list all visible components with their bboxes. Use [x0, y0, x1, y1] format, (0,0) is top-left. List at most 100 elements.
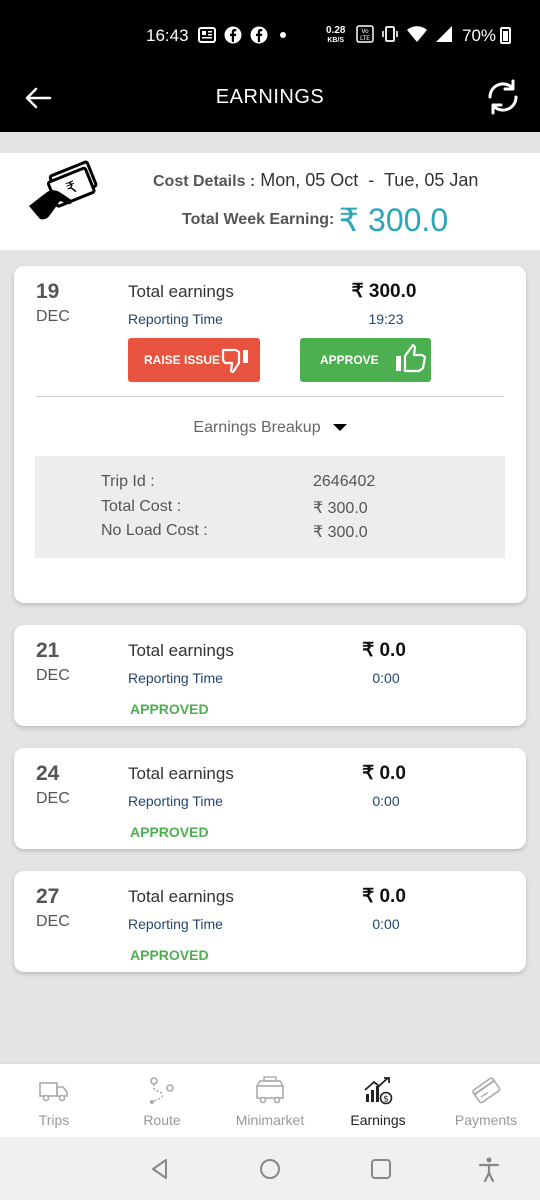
status-time: 16:43 — [146, 26, 189, 45]
minimarket-icon — [256, 1076, 284, 1104]
notification-icons — [198, 26, 286, 44]
status-bar: 16:43 0.28 KB/S Vo LTE 70% — [0, 0, 540, 66]
network-speed: 0.28 KB/S — [326, 26, 345, 45]
thumbs-up-icon — [396, 343, 427, 373]
trip-id-label: Trip Id : — [101, 473, 155, 490]
system-icons: Vo LTE — [356, 24, 454, 44]
network-speed-unit: KB/S — [327, 37, 345, 44]
card-month: DEC — [36, 308, 70, 325]
svg-text:Vo: Vo — [361, 28, 369, 35]
svg-text:LTE: LTE — [360, 35, 370, 42]
accessibility-icon[interactable] — [475, 1155, 503, 1183]
svg-text:$: $ — [383, 1095, 389, 1105]
nav-label: Route — [143, 1112, 181, 1128]
reporting-time-value: 19:23 — [368, 311, 404, 327]
date-range: Mon, 05 Oct - Tue, 05 Jan — [260, 170, 479, 190]
facebook-icon — [250, 26, 268, 44]
home-circle-icon[interactable] — [256, 1155, 284, 1183]
week-earning-value: ₹ 300.0 — [338, 202, 449, 238]
battery-icon — [500, 27, 511, 44]
earnings-breakup-label: Earnings Breakup — [193, 419, 321, 436]
earnings-breakup-details: Trip Id : 2646402 Total Cost : ₹ 300.0 N… — [35, 456, 505, 558]
total-earnings-label: Total earnings — [128, 764, 234, 783]
reporting-time-value: 0:00 — [372, 793, 400, 809]
card-month: DEC — [36, 913, 70, 930]
reporting-time-value: 0:00 — [372, 916, 400, 932]
divider — [36, 396, 504, 397]
page-title: EARNINGS — [215, 86, 325, 108]
nav-label: Earnings — [350, 1112, 406, 1128]
total-cost-value: ₹ 300.0 — [313, 500, 368, 517]
nav-item-earnings[interactable]: $ Earnings — [324, 1064, 432, 1138]
card-icon — [472, 1077, 501, 1104]
reporting-time-label: Reporting Time — [128, 793, 223, 809]
week-earning-label: Total Week Earning: — [182, 211, 335, 228]
truck-icon — [39, 1082, 68, 1102]
vibrate-icon — [382, 26, 398, 42]
card-month: DEC — [36, 667, 70, 684]
volte-icon: VoLTE — [356, 25, 374, 43]
approved-status: APPROVED — [130, 701, 209, 717]
earning-card[interactable]: 27 DEC Total earnings ₹ 0.0 Reporting Ti… — [14, 871, 526, 972]
money-hand-icon: ₹ — [29, 160, 98, 220]
refresh-icon[interactable] — [482, 76, 524, 118]
back-triangle-icon[interactable] — [146, 1155, 174, 1183]
reporting-time-label: Reporting Time — [128, 311, 223, 327]
raise-issue-button[interactable]: RAISE ISSUE — [128, 338, 260, 382]
total-earnings-value: ₹ 0.0 — [362, 886, 406, 907]
recents-square-icon[interactable] — [367, 1155, 395, 1183]
nav-item-payments[interactable]: Payments — [432, 1064, 540, 1138]
card-day: 21 — [36, 639, 60, 662]
nav-label: Minimarket — [235, 1112, 305, 1128]
approve-button[interactable]: APPROVE — [300, 338, 431, 382]
approved-status: APPROVED — [130, 947, 209, 963]
no-load-cost-value: ₹ 300.0 — [313, 524, 368, 541]
cost-details-header: ₹ Cost Details : Mon, 05 Oct - Tue, 05 J… — [0, 153, 540, 250]
approved-status: APPROVED — [130, 824, 209, 840]
facebook-icon — [224, 26, 242, 44]
cost-details-label: Cost Details : — [153, 173, 256, 190]
total-week-earning: Total Week Earning: ₹ 300.0 — [182, 201, 448, 239]
network-speed-value: 0.28 — [326, 25, 346, 36]
total-earnings-value: ₹ 300.0 — [351, 281, 417, 302]
route-icon — [150, 1077, 174, 1104]
wifi-icon — [407, 26, 427, 42]
cost-details: Cost Details : Mon, 05 Oct - Tue, 05 Jan — [153, 170, 478, 191]
reporting-time-value: 0:00 — [372, 670, 400, 686]
card-day: 19 — [36, 280, 60, 303]
total-earnings-value: ₹ 0.0 — [362, 763, 406, 784]
caret-down-icon — [332, 424, 347, 432]
trip-id-value: 2646402 — [313, 473, 376, 490]
earnings-breakup-toggle[interactable]: Earnings Breakup — [14, 419, 526, 437]
no-load-cost-label: No Load Cost : — [101, 522, 208, 539]
more-notifications-icon — [280, 32, 286, 38]
news-icon — [198, 27, 216, 43]
earning-card[interactable]: 21 DEC Total earnings ₹ 0.0 Reporting Ti… — [14, 625, 526, 726]
earning-card[interactable]: 24 DEC Total earnings ₹ 0.0 Reporting Ti… — [14, 748, 526, 849]
nav-item-route[interactable]: Route — [108, 1064, 216, 1138]
card-month: DEC — [36, 790, 70, 807]
bottom-navigation: Trips Route Minimarket $ Earnings Paymen… — [0, 1063, 540, 1137]
nav-label: Trips — [38, 1112, 70, 1128]
reporting-time-label: Reporting Time — [128, 916, 223, 932]
total-earnings-value: ₹ 0.0 — [362, 640, 406, 661]
thumbs-down-icon — [221, 348, 248, 374]
earning-card: 19 DEC Total earnings ₹ 300.0 Reporting … — [14, 266, 526, 603]
total-earnings-label: Total earnings — [128, 282, 234, 301]
app-bar: EARNINGS — [0, 66, 540, 132]
total-cost-label: Total Cost : — [101, 498, 182, 515]
total-earnings-label: Total earnings — [128, 641, 234, 660]
total-earnings-label: Total earnings — [128, 887, 234, 906]
earnings-chart-icon: $ — [364, 1077, 393, 1105]
nav-label: Payments — [454, 1112, 518, 1128]
nav-item-trips[interactable]: Trips — [0, 1064, 108, 1138]
battery-percentage: 70% — [462, 26, 497, 45]
reporting-time-label: Reporting Time — [128, 670, 223, 686]
system-navigation-bar — [0, 1137, 540, 1200]
signal-icon — [436, 26, 452, 42]
raise-issue-label: RAISE ISSUE — [144, 353, 221, 367]
nav-item-minimarket[interactable]: Minimarket — [216, 1064, 324, 1138]
card-day: 27 — [36, 885, 60, 908]
card-day: 24 — [36, 762, 60, 785]
approve-label: APPROVE — [320, 353, 379, 367]
